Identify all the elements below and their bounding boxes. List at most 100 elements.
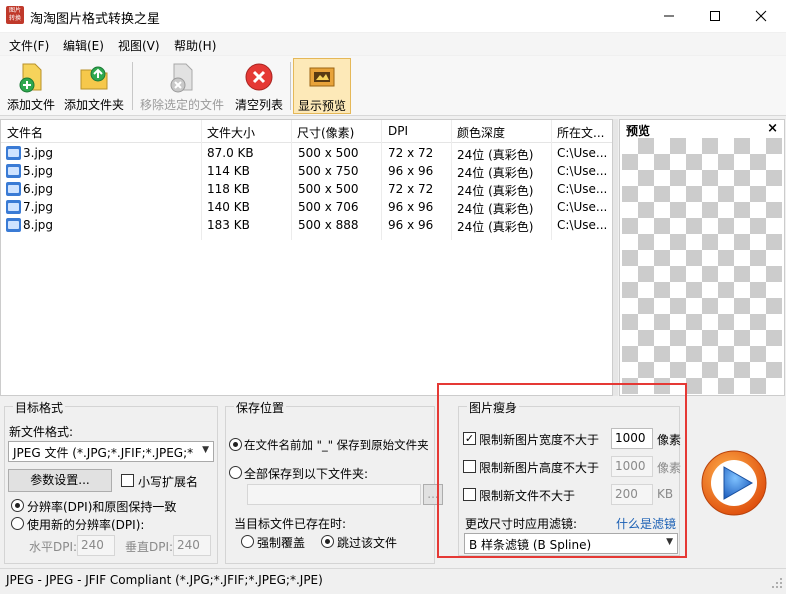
file-dpi: 96 x 96 [388,164,434,178]
close-icon [755,10,767,22]
lowercase-ext-label: 小写扩展名 [138,475,199,489]
skip-label: 跳过该文件 [337,536,398,550]
table-row[interactable]: 5.jpg 114 KB 500 x 750 96 x 96 24位 (真彩色)… [1,162,612,180]
file-name: 3.jpg [23,146,54,160]
jpg-file-icon [6,182,21,196]
file-size: 140 KB [207,200,250,214]
jpg-file-icon [6,164,21,178]
status-text: JPEG - JPEG - JFIF Compliant (*.JPG;*.JF… [6,573,323,587]
file-location: C:\Use... [557,146,608,160]
preview-panel: 预览 × [619,119,785,396]
menu-bar: 文件(F) 编辑(E) 视图(V) 帮助(H) [0,33,786,55]
close-button[interactable] [738,0,784,32]
save-prefix-radio[interactable] [229,438,242,451]
save-location-title: 保存位置 [234,399,287,416]
clear-list-button[interactable]: 清空列表 [232,58,286,114]
minimize-icon [664,15,674,17]
file-dimensions: 500 x 706 [298,200,359,214]
clear-list-label: 清空列表 [234,98,283,112]
window-title: 淘淘图片格式转换之星 [30,12,161,27]
preview-canvas [622,138,782,394]
menu-edit[interactable]: 编辑(E) [63,37,104,54]
file-dimensions: 500 x 500 [298,182,359,196]
file-name: 5.jpg [23,164,54,178]
save-all-radio[interactable] [229,466,242,479]
overwrite-radio[interactable] [241,535,254,548]
chevron-down-icon: ▼ [199,445,209,455]
show-preview-button[interactable]: 显示预览 [293,58,351,114]
jpg-file-icon [6,146,21,160]
save-prefix-label: 在文件名前加 "_" 保存到原始文件夹 [244,438,429,452]
add-folder-label: 添加文件夹 [63,98,124,112]
toolbar: 添加文件 添加文件夹 移除选定的文件 清空列表 显示预览 [0,56,786,116]
column-header-color-depth[interactable]: 颜色深度 [457,124,505,141]
status-bar: JPEG - JPEG - JFIF Compliant (*.JPG;*.JF… [0,568,786,592]
title-bar: 图片 转换 淘淘图片格式转换之星 [0,0,786,32]
lowercase-ext-checkbox[interactable] [121,474,134,487]
column-header-dimensions[interactable]: 尺寸(像素) [297,124,354,141]
dpi-new-label: 使用新的分辨率(DPI): [27,518,145,532]
file-exists-label: 当目标文件已存在时: [234,517,347,531]
maximize-icon [710,11,720,21]
file-color-depth: 24位 (真彩色) [457,166,534,180]
file-dpi: 72 x 72 [388,182,434,196]
column-header-dpi[interactable]: DPI [388,124,408,138]
table-row[interactable]: 6.jpg 118 KB 500 x 500 72 x 72 24位 (真彩色)… [1,180,612,198]
resize-grip-icon[interactable] [771,577,783,589]
file-dpi: 96 x 96 [388,200,434,214]
column-header-location[interactable]: 所在文... [557,124,604,141]
toolbar-divider [290,62,291,110]
params-settings-button[interactable]: 参数设置... [8,469,112,492]
preview-icon [306,62,338,94]
preview-header: 预览 × [620,120,784,138]
file-location: C:\Use... [557,182,608,196]
menu-file[interactable]: 文件(F) [9,37,49,54]
table-row[interactable]: 7.jpg 140 KB 500 x 706 96 x 96 24位 (真彩色)… [1,198,612,216]
show-preview-label: 显示预览 [297,99,346,113]
table-row[interactable]: 8.jpg 183 KB 500 x 888 96 x 96 24位 (真彩色)… [1,216,612,234]
new-format-label: 新文件格式: [9,425,74,439]
format-select[interactable]: JPEG 文件 (*.JPG;*.JFIF;*.JPEG;* ▼ [8,441,214,462]
dpi-new-radio[interactable] [11,517,24,530]
minimize-button[interactable] [646,0,692,32]
jpg-file-icon [6,218,21,232]
preview-close-icon[interactable]: × [767,121,778,136]
add-folder-button[interactable]: 添加文件夹 [62,58,126,114]
add-folder-icon [78,61,110,93]
highlight-box [437,383,687,558]
target-format-title: 目标格式 [13,399,66,416]
h-dpi-label: 水平DPI: [29,540,78,554]
splitter-bar[interactable] [613,119,618,396]
dpi-keep-radio[interactable] [11,499,24,512]
menu-view[interactable]: 视图(V) [118,37,160,54]
menu-help[interactable]: 帮助(H) [174,37,216,54]
skip-radio[interactable] [321,535,334,548]
file-dpi: 72 x 72 [388,146,434,160]
table-row[interactable]: 3.jpg 87.0 KB 500 x 500 72 x 72 24位 (真彩色… [1,144,612,162]
file-dimensions: 500 x 888 [298,218,359,232]
h-dpi-input[interactable]: 240 [77,535,115,556]
file-dimensions: 500 x 500 [298,146,359,160]
column-header-name[interactable]: 文件名 [7,124,43,141]
file-color-depth: 24位 (真彩色) [457,202,534,216]
v-dpi-input[interactable]: 240 [173,535,211,556]
file-size: 183 KB [207,218,250,232]
remove-selected-button[interactable]: 移除选定的文件 [138,58,226,114]
file-list[interactable]: 文件名 文件大小 尺寸(像素) DPI 颜色深度 所在文... 3.jpg 87… [0,119,613,396]
column-header-size[interactable]: 文件大小 [207,124,255,141]
v-dpi-label: 垂直DPI: [125,540,174,554]
file-size: 87.0 KB [207,146,254,160]
format-select-value: JPEG 文件 (*.JPG;*.JFIF;*.JPEG;* [13,446,194,460]
file-color-depth: 24位 (真彩色) [457,220,534,234]
target-format-group: 目标格式 新文件格式: JPEG 文件 (*.JPG;*.JFIF;*.JPEG… [4,399,218,564]
start-convert-button[interactable] [700,449,768,517]
file-size: 118 KB [207,182,250,196]
maximize-button[interactable] [692,0,738,32]
save-location-group: 保存位置 在文件名前加 "_" 保存到原始文件夹 全部保存到以下文件夹: ...… [225,399,443,564]
file-dpi: 96 x 96 [388,218,434,232]
add-file-button[interactable]: 添加文件 [4,58,58,114]
save-folder-input[interactable] [247,484,421,505]
save-all-label: 全部保存到以下文件夹: [244,467,369,481]
file-list-header: 文件名 文件大小 尺寸(像素) DPI 颜色深度 所在文... [1,120,612,143]
file-name: 7.jpg [23,200,54,214]
